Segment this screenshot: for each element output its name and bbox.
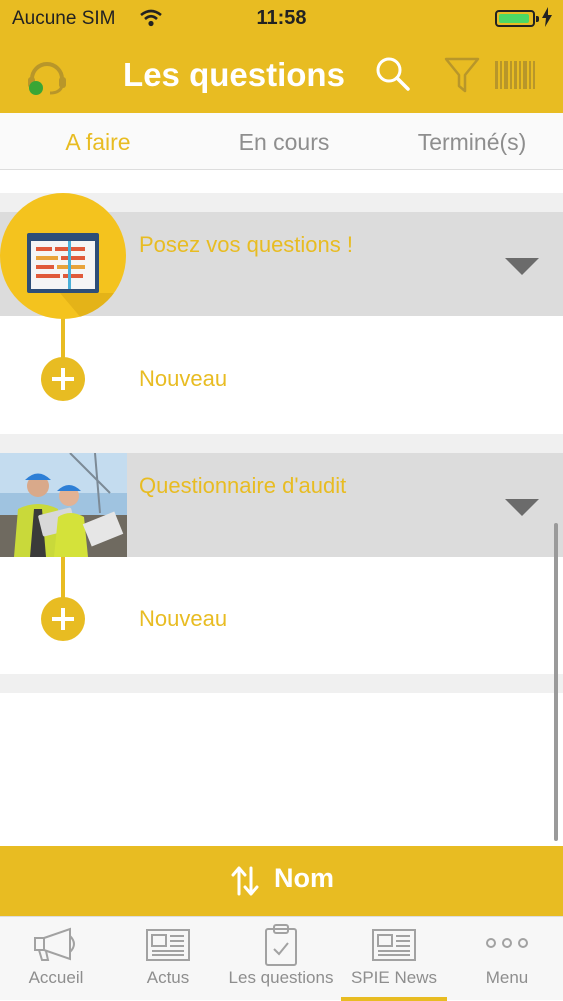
group-title: Questionnaire d'audit bbox=[139, 473, 347, 498]
search-icon[interactable] bbox=[375, 56, 411, 97]
newspaper-icon bbox=[338, 927, 450, 963]
tab-en-cours[interactable]: En cours bbox=[190, 129, 378, 156]
sort-label: Nom bbox=[274, 863, 334, 893]
scrollbar[interactable] bbox=[554, 523, 558, 841]
tabbar-item-actus[interactable]: Actus bbox=[112, 917, 224, 1001]
chevron-down-icon[interactable] bbox=[505, 499, 539, 516]
connector-line bbox=[61, 557, 65, 599]
group-spacer bbox=[0, 674, 563, 693]
new-questionnaire-link[interactable]: Nouveau bbox=[139, 366, 227, 392]
status-bar: Aucune SIM 11:58 bbox=[0, 0, 563, 38]
charging-bolt-icon bbox=[541, 7, 553, 33]
battery-icon bbox=[495, 10, 539, 27]
tab-a-faire[interactable]: A faire bbox=[4, 129, 192, 156]
more-dots-icon bbox=[451, 937, 563, 949]
clipboard-check-icon bbox=[225, 923, 337, 967]
tabbar-label: SPIE News bbox=[351, 968, 437, 987]
tabbar-item-spie-news[interactable]: SPIE News bbox=[338, 917, 450, 1001]
newspaper-icon bbox=[112, 927, 224, 963]
tabbar-label: Menu bbox=[485, 968, 529, 987]
tabbar-label: Les questions bbox=[228, 968, 334, 987]
group-title: Posez vos questions ! bbox=[139, 232, 354, 257]
add-button[interactable] bbox=[41, 597, 85, 641]
new-questionnaire-link[interactable]: Nouveau bbox=[139, 606, 227, 632]
tabbar-item-menu[interactable]: Menu bbox=[451, 917, 563, 1001]
group-spacer bbox=[0, 434, 563, 453]
clock: 11:58 bbox=[256, 7, 307, 29]
tabbar-item-accueil[interactable]: Accueil bbox=[0, 917, 112, 1001]
selected-tab-indicator bbox=[341, 997, 447, 1001]
tab-termines[interactable]: Terminé(s) bbox=[378, 129, 563, 156]
questions-list-icon bbox=[0, 193, 126, 319]
chevron-down-icon[interactable] bbox=[505, 258, 539, 275]
app-header: Les questions bbox=[0, 38, 563, 113]
sort-arrows-icon bbox=[228, 864, 262, 903]
megaphone-icon bbox=[0, 927, 112, 963]
segment-tabs: A faire En cours Terminé(s) bbox=[0, 113, 563, 170]
add-button[interactable] bbox=[41, 357, 85, 401]
filter-icon[interactable] bbox=[444, 56, 480, 99]
bottom-tab-bar: Accueil Actus Les questions SPIE News Me… bbox=[0, 916, 563, 1001]
audit-workers-thumbnail bbox=[0, 453, 127, 557]
sort-button[interactable]: Nom bbox=[0, 846, 563, 916]
top-bar: Aucune SIM 11:58 Les questions bbox=[0, 0, 563, 113]
tabbar-label: Actus bbox=[146, 968, 190, 987]
tabbar-item-les-questions[interactable]: Les questions bbox=[225, 917, 337, 1001]
barcode-icon[interactable] bbox=[494, 60, 536, 95]
tabbar-label: Accueil bbox=[28, 968, 84, 987]
